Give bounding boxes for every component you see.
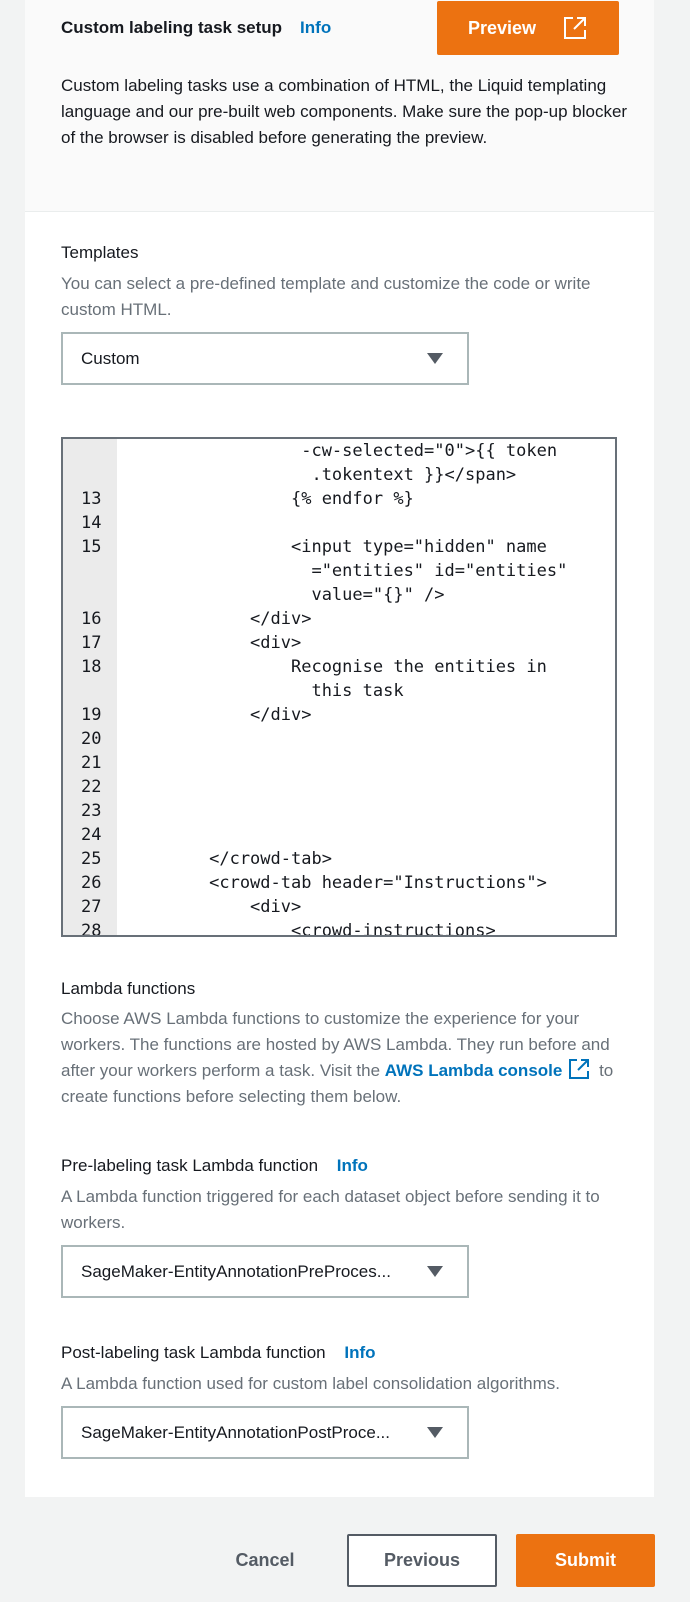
line-number: 20 [81, 729, 102, 749]
line-number: 21 [81, 753, 102, 773]
code-text: <crowd-tab header="Instructions"> [117, 873, 547, 893]
code-text: <input type="hidden" name [117, 537, 547, 557]
code-line: 15 <input type="hidden" name [63, 535, 615, 559]
code-line: 27 <div> [63, 895, 615, 919]
code-line: 20 [63, 727, 615, 751]
line-number: 27 [81, 897, 102, 917]
code-line: 21 [63, 751, 615, 775]
line-number: 23 [81, 801, 102, 821]
line-number: 24 [81, 825, 102, 845]
templates-select-value: Custom [81, 348, 140, 368]
title-row: Custom labeling task setup Info [61, 18, 331, 38]
pre-lambda-select[interactable]: SageMaker-EntityAnnotationPreProces... [61, 1245, 469, 1298]
code-text: </crowd-tab> [117, 849, 332, 869]
pre-lambda-hint: A Lambda function triggered for each dat… [61, 1187, 600, 1232]
code-line: 14 [63, 511, 615, 535]
code-text: <div> [117, 897, 302, 917]
code-text: {% endfor %} [117, 489, 414, 509]
post-lambda-select[interactable]: SageMaker-EntityAnnotationPostProce... [61, 1406, 469, 1459]
line-number: 17 [81, 633, 102, 653]
code-line: 28 <crowd-instructions> [63, 919, 615, 937]
line-number: 15 [81, 537, 102, 557]
code-line: 22 [63, 775, 615, 799]
code-line: 26 <crowd-tab header="Instructions"> [63, 871, 615, 895]
code-line: 18 Recognise the entities in [63, 655, 615, 679]
code-text: </div> [117, 705, 312, 725]
code-text: <div> [117, 633, 302, 653]
line-number: 26 [81, 873, 102, 893]
code-line: 17 <div> [63, 631, 615, 655]
header-description: Custom labeling tasks use a combination … [61, 76, 628, 147]
caret-down-icon [427, 353, 443, 364]
external-link-icon [564, 17, 587, 39]
lambda-functions-label: Lambda functions [61, 979, 196, 998]
pre-lambda-select-value: SageMaker-EntityAnnotationPreProces... [81, 1261, 391, 1281]
line-number: 13 [81, 489, 102, 509]
post-lambda-label-row: Post-labeling task Lambda function Info [61, 1343, 376, 1363]
code-line: 24 [63, 823, 615, 847]
aws-lambda-console-link[interactable]: AWS Lambda console [385, 1061, 563, 1080]
post-lambda-select-value: SageMaker-EntityAnnotationPostProce... [81, 1422, 390, 1442]
caret-down-icon [427, 1266, 443, 1277]
post-lambda-label: Post-labeling task Lambda function [61, 1343, 326, 1362]
code-line: -cw-selected="0">{{ token [63, 439, 615, 463]
code-line: ="entities" id="entities" [63, 559, 615, 583]
post-lambda-hint: A Lambda function used for custom label … [61, 1374, 560, 1393]
pre-lambda-info-link[interactable]: Info [337, 1156, 368, 1175]
code-line: value="{}" /> [63, 583, 615, 607]
previous-button[interactable]: Previous [347, 1534, 497, 1587]
line-number: 19 [81, 705, 102, 725]
pre-lambda-label-row: Pre-labeling task Lambda function Info [61, 1156, 368, 1176]
header-info-link[interactable]: Info [300, 18, 331, 38]
line-number: 28 [81, 921, 102, 937]
code-text: this task [117, 681, 404, 701]
templates-label: Templates [61, 243, 139, 262]
code-line: .tokentext }}</span> [63, 463, 615, 487]
templates-hint: You can select a pre-defined template an… [61, 274, 591, 319]
task-setup-panel: Custom labeling task setup Info Preview … [25, 0, 654, 1497]
code-text: value="{}" /> [117, 585, 445, 605]
code-line: 23 [63, 799, 615, 823]
caret-down-icon [427, 1427, 443, 1438]
external-link-icon [569, 1059, 590, 1079]
line-number: 14 [81, 513, 102, 533]
submit-button[interactable]: Submit [516, 1534, 655, 1587]
panel-title: Custom labeling task setup [61, 18, 283, 37]
code-text: Recognise the entities in [117, 657, 547, 677]
code-line: this task [63, 679, 615, 703]
post-lambda-info-link[interactable]: Info [344, 1343, 375, 1362]
lambda-functions-hint: Choose AWS Lambda functions to customize… [61, 1006, 631, 1110]
code-text: <crowd-instructions> [117, 921, 496, 937]
cancel-button[interactable]: Cancel [205, 1534, 325, 1587]
code-text: -cw-selected="0">{{ token [117, 441, 558, 461]
templates-select[interactable]: Custom [61, 332, 469, 385]
code-lines: -cw-selected="0">{{ token .tokentext }}<… [63, 439, 615, 937]
code-line: 25 </crowd-tab> [63, 847, 615, 871]
line-number: 16 [81, 609, 102, 629]
code-line: 13 {% endfor %} [63, 487, 615, 511]
code-line: 19 </div> [63, 703, 615, 727]
pre-lambda-label: Pre-labeling task Lambda function [61, 1156, 319, 1175]
line-number: 18 [81, 657, 102, 677]
preview-button[interactable]: Preview [437, 1, 619, 55]
line-number: 25 [81, 849, 102, 869]
code-line: 16 </div> [63, 607, 615, 631]
code-text: ="entities" id="entities" [117, 561, 568, 581]
code-editor[interactable]: -cw-selected="0">{{ token .tokentext }}<… [61, 437, 617, 937]
code-text: </div> [117, 609, 312, 629]
code-text: .tokentext }}</span> [117, 465, 517, 485]
preview-button-label: Preview [467, 17, 537, 38]
line-number: 22 [81, 777, 102, 797]
panel-header: Custom labeling task setup Info Preview … [25, 0, 654, 212]
